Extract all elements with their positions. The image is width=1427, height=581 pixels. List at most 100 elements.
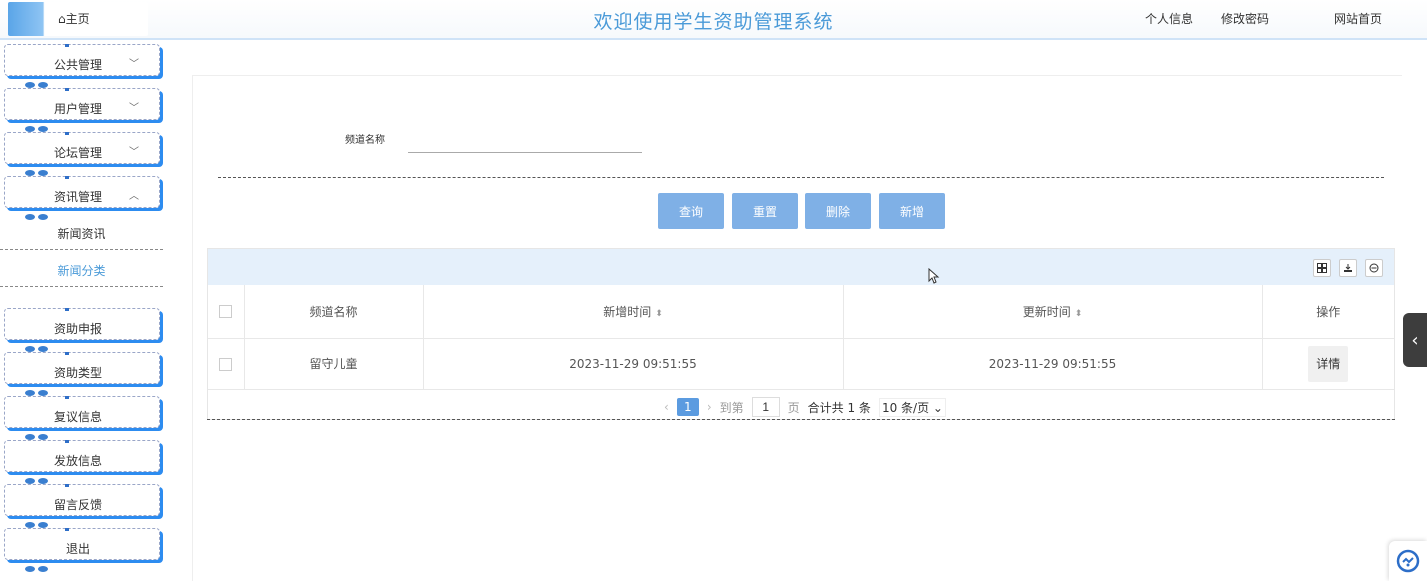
menu-pin [65, 396, 69, 399]
sidebar-item-feedback[interactable]: 留言反馈 [4, 484, 160, 528]
sidebar-item-news[interactable]: 新闻资讯 [0, 215, 163, 253]
sidebar-item-label: 复议信息 [53, 410, 102, 424]
menu-decoration [25, 425, 69, 440]
menu-decoration [25, 73, 69, 88]
menu-pin [65, 132, 69, 135]
select-all-cell [208, 285, 245, 339]
sub-divider [0, 249, 163, 250]
row-checkbox[interactable] [219, 357, 233, 371]
page-number-current[interactable]: 1 [676, 398, 699, 416]
chevron-down-icon: ﹀ [129, 147, 139, 158]
reset-button[interactable]: 重置 [732, 193, 798, 229]
home-link[interactable]: ⌂主页 [58, 10, 90, 27]
divider [207, 419, 1395, 420]
assistant-icon [1396, 549, 1420, 573]
sidebar-item-news-category[interactable]: 新闻分类 [0, 252, 163, 290]
menu-pin [65, 484, 69, 487]
page-title: 欢迎使用学生资助管理系统 [593, 11, 834, 33]
column-header-label: 操作 [1316, 304, 1341, 319]
change-password-link[interactable]: 修改密码 [1221, 10, 1269, 27]
sub-divider [0, 286, 163, 287]
sort-icon[interactable]: ⬍ [1075, 309, 1083, 319]
goto-suffix: 页 [787, 400, 800, 415]
menu-decoration [25, 381, 69, 396]
cell-actions: 详情 [1262, 338, 1394, 390]
chevron-down-icon: ⌄ [932, 400, 943, 415]
menu-decoration [25, 513, 69, 528]
export-icon[interactable] [1339, 259, 1357, 277]
cell-created: 2023-11-29 09:51:55 [423, 338, 844, 390]
detail-button[interactable]: 详情 [1308, 345, 1349, 382]
chevron-down-icon: ﹀ [129, 59, 139, 70]
column-header-name: 频道名称 [244, 285, 424, 339]
goto-prefix: 到第 [719, 400, 744, 415]
page-size-select[interactable]: 10 条/页 ⌄ [878, 397, 946, 417]
menu-pin [65, 88, 69, 91]
profile-link[interactable]: 个人信息 [1145, 10, 1193, 27]
chevron-up-icon: ︿ [129, 191, 139, 202]
data-table-container: 频道名称 新增时间 ⬍ 更新时间 ⬍ 操作 留守儿童 2023-11-29 09:5… [207, 248, 1395, 420]
menu-decoration [25, 557, 69, 572]
cell-updated: 2023-11-29 09:51:55 [843, 338, 1263, 390]
row-select-cell [208, 338, 245, 390]
menu-decoration [25, 117, 69, 132]
table-header-row: 频道名称 新增时间 ⬍ 更新时间 ⬍ 操作 [208, 285, 1394, 339]
menu-decoration [25, 205, 69, 220]
mouse-cursor-icon [928, 268, 940, 284]
sidebar-group-news[interactable]: 资讯管理 ︿ [4, 176, 160, 220]
columns-icon[interactable] [1313, 259, 1331, 277]
chevron-down-icon: ﹀ [129, 103, 139, 114]
channel-name-input[interactable] [408, 133, 642, 153]
pagination: ‹ 1 › 到第 页 合计共 1 条 10 条/页 ⌄ [208, 395, 1394, 419]
menu-decoration [25, 337, 69, 352]
assistant-button[interactable] [1389, 541, 1427, 581]
table-row: 留守儿童 2023-11-29 09:51:55 2023-11-29 09:5… [208, 338, 1394, 390]
divider [218, 177, 1384, 178]
sidebar-group-users[interactable]: 用户管理 ﹀ [4, 88, 160, 132]
goto-page-input[interactable] [751, 397, 780, 417]
sidebar-item-label: 留言反馈 [53, 498, 102, 512]
menu-pin [65, 308, 69, 311]
select-all-checkbox[interactable] [219, 305, 233, 319]
chevron-left-icon: ‹ [1411, 329, 1419, 351]
sidebar-group-public[interactable]: 公共管理 ﹀ [4, 44, 160, 88]
data-table: 频道名称 新增时间 ⬍ 更新时间 ⬍ 操作 留守儿童 2023-11-29 09:5… [208, 285, 1394, 390]
column-header-label: 更新时间 [1022, 304, 1071, 319]
column-header-created[interactable]: 新增时间 ⬍ [423, 285, 844, 339]
delete-button[interactable]: 删除 [805, 193, 871, 229]
table-toolbar [208, 249, 1394, 285]
search-label: 频道名称 [345, 135, 385, 146]
menu-decoration [25, 469, 69, 484]
home-label: 主页 [65, 12, 90, 26]
sidebar-item-aid-type[interactable]: 资助类型 [4, 352, 160, 396]
site-home-link[interactable]: 网站首页 [1334, 10, 1382, 27]
menu-pin [65, 528, 69, 531]
column-header-label: 频道名称 [309, 304, 358, 319]
prev-page-icon[interactable]: ‹ [664, 400, 669, 414]
menu-decoration [25, 161, 69, 176]
menu-pin [65, 176, 69, 179]
sidebar-item-label: 发放信息 [53, 454, 102, 468]
collapse-panel-button[interactable]: ‹ [1403, 313, 1427, 367]
top-header: ⌂主页 欢迎使用学生资助管理系统 个人信息 修改密码 网站首页 [0, 0, 1427, 40]
column-header-actions: 操作 [1262, 285, 1394, 339]
sidebar-item-distribution[interactable]: 发放信息 [4, 440, 160, 484]
column-header-label: 新增时间 [603, 304, 652, 319]
add-button[interactable]: 新增 [879, 193, 945, 229]
sidebar-item-logout[interactable]: 退出 [4, 528, 160, 572]
sidebar: 公共管理 ﹀ 用户管理 ﹀ 论坛管理 ﹀ 资讯管理 ︿ 新闻资讯 新闻分类 资助… [0, 40, 170, 581]
sidebar-item-aid-application[interactable]: 资助申报 [4, 308, 160, 352]
home-icon: ⌂ [58, 12, 66, 26]
next-page-icon[interactable]: › [707, 400, 712, 414]
query-button[interactable]: 查询 [658, 193, 724, 229]
sidebar-item-review[interactable]: 复议信息 [4, 396, 160, 440]
print-icon[interactable] [1365, 259, 1383, 277]
sort-icon[interactable]: ⬍ [655, 309, 663, 319]
total-count: 合计共 1 条 [807, 400, 871, 415]
column-header-updated[interactable]: 更新时间 ⬍ [843, 285, 1263, 339]
sidebar-item-label: 退出 [65, 542, 90, 556]
sidebar-group-forum[interactable]: 论坛管理 ﹀ [4, 132, 160, 176]
cell-name: 留守儿童 [244, 338, 424, 390]
menu-pin [65, 352, 69, 355]
menu-pin [65, 440, 69, 443]
